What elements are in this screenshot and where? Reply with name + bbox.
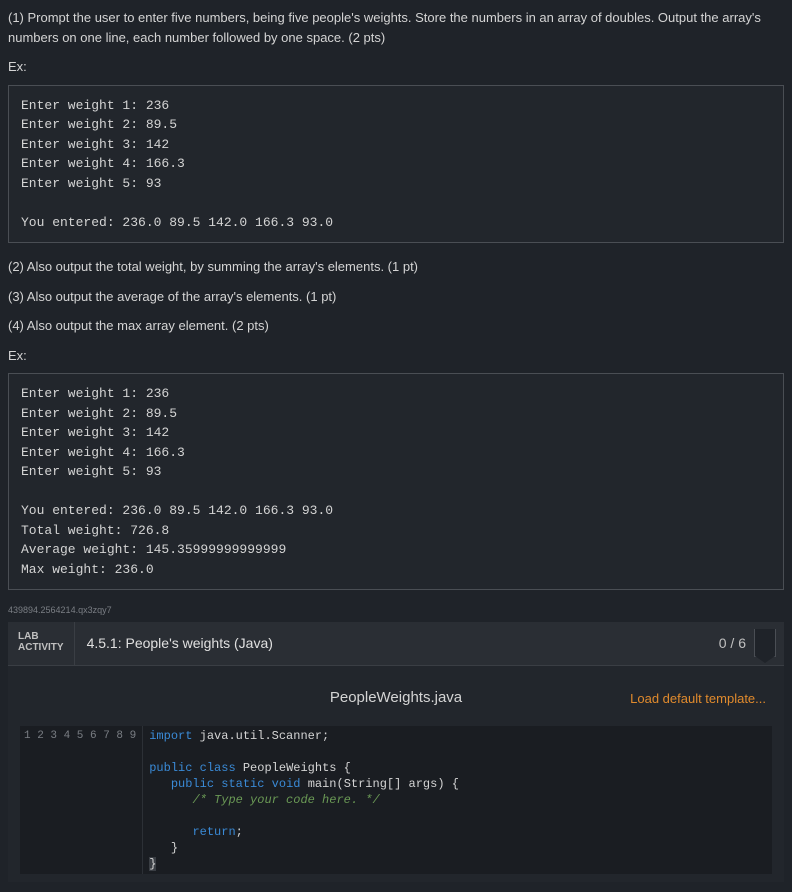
file-name: PeopleWeights.java: [330, 687, 462, 710]
tok-main-sig: (String[] args) {: [337, 777, 459, 791]
tok-class: class: [200, 761, 236, 775]
tok-indent7: [149, 825, 192, 839]
example-2-code: Enter weight 1: 236 Enter weight 2: 89.5…: [8, 373, 784, 590]
lab-activity-tag: LAB ACTIVITY: [8, 622, 75, 665]
code-editor[interactable]: 1 2 3 4 5 6 7 8 9 import java.util.Scann…: [20, 726, 772, 874]
example-1-label: Ex:: [8, 57, 784, 77]
code-content[interactable]: import java.util.Scanner; public class P…: [143, 726, 459, 874]
tok-classname: PeopleWeights: [243, 761, 337, 775]
instruction-1: (1) Prompt the user to enter five number…: [8, 8, 784, 47]
tok-comment: /* Type your code here. */: [192, 793, 379, 807]
tok-brace-close-outer: }: [149, 857, 156, 871]
tok-semi: ;: [236, 825, 243, 839]
tok-import: import: [149, 729, 192, 743]
file-bar: PeopleWeights.java Load default template…: [20, 682, 772, 716]
line-gutter: 1 2 3 4 5 6 7 8 9: [20, 726, 143, 874]
score-badge-icon: [754, 629, 776, 657]
lab-header: LAB ACTIVITY 4.5.1: People's weights (Ja…: [8, 622, 784, 666]
tok-static: static: [221, 777, 264, 791]
lab-score: 0 / 6: [711, 622, 784, 665]
tok-public2: public: [171, 777, 214, 791]
tok-brace-open: {: [336, 761, 350, 775]
instruction-4: (4) Also output the max array element. (…: [8, 316, 784, 336]
example-1-code: Enter weight 1: 236 Enter weight 2: 89.5…: [8, 85, 784, 244]
load-default-template-link[interactable]: Load default template...: [630, 689, 766, 709]
tok-main: main: [308, 777, 337, 791]
tok-brace-close-inner: }: [171, 841, 178, 855]
lab-tag-line1: LAB: [18, 631, 39, 642]
tok-indent8: [149, 841, 171, 855]
watermark-id: 439894.2564214.qx3zqy7: [8, 604, 784, 618]
instruction-3: (3) Also output the average of the array…: [8, 287, 784, 307]
example-2-label: Ex:: [8, 346, 784, 366]
lab-title: 4.5.1: People's weights (Java): [75, 622, 711, 665]
tok-indent5: [149, 793, 192, 807]
lab-score-text: 0 / 6: [719, 633, 746, 654]
tok-public: public: [149, 761, 192, 775]
editor-panel: PeopleWeights.java Load default template…: [8, 666, 784, 882]
tok-void: void: [272, 777, 301, 791]
tok-return: return: [192, 825, 235, 839]
lab-tag-line2: ACTIVITY: [18, 642, 64, 653]
instruction-2: (2) Also output the total weight, by sum…: [8, 257, 784, 277]
tok-import-path: java.util.Scanner;: [192, 729, 329, 743]
